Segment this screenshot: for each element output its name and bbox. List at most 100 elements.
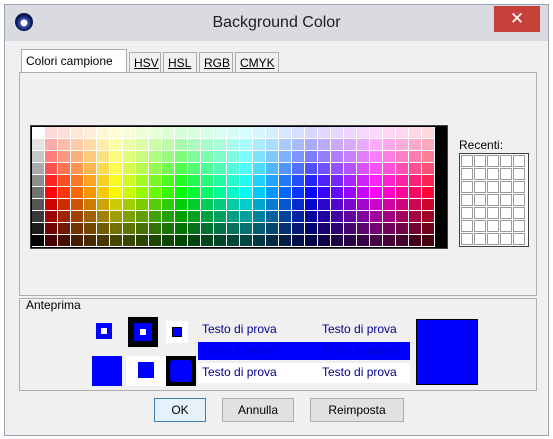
- recent-color-slot[interactable]: [487, 233, 499, 245]
- color-swatch[interactable]: [214, 199, 227, 211]
- color-swatch[interactable]: [292, 211, 305, 223]
- color-swatch[interactable]: [422, 223, 435, 235]
- color-swatch[interactable]: [136, 139, 149, 151]
- color-swatch[interactable]: [227, 223, 240, 235]
- color-swatch[interactable]: [227, 139, 240, 151]
- color-swatch[interactable]: [149, 139, 162, 151]
- color-swatch[interactable]: [279, 235, 292, 247]
- color-swatch[interactable]: [409, 187, 422, 199]
- color-swatch[interactable]: [422, 139, 435, 151]
- color-swatch[interactable]: [175, 175, 188, 187]
- color-swatch[interactable]: [84, 235, 97, 247]
- color-swatch[interactable]: [344, 175, 357, 187]
- color-swatch[interactable]: [175, 163, 188, 175]
- color-swatch[interactable]: [227, 187, 240, 199]
- color-swatch[interactable]: [318, 223, 331, 235]
- tab-colori-campione[interactable]: Colori campione: [21, 49, 127, 73]
- color-swatch[interactable]: [383, 151, 396, 163]
- color-swatch[interactable]: [240, 223, 253, 235]
- color-swatch[interactable]: [357, 139, 370, 151]
- color-swatch[interactable]: [266, 187, 279, 199]
- color-swatch[interactable]: [305, 163, 318, 175]
- color-swatch[interactable]: [97, 199, 110, 211]
- color-swatch[interactable]: [383, 175, 396, 187]
- color-swatch[interactable]: [383, 163, 396, 175]
- color-swatch[interactable]: [123, 235, 136, 247]
- color-swatch[interactable]: [409, 223, 422, 235]
- color-swatch[interactable]: [396, 211, 409, 223]
- color-swatch[interactable]: [97, 223, 110, 235]
- color-swatch[interactable]: [292, 127, 305, 139]
- color-swatch[interactable]: [45, 163, 58, 175]
- color-swatch[interactable]: [162, 151, 175, 163]
- color-swatch[interactable]: [58, 151, 71, 163]
- color-swatch[interactable]: [149, 163, 162, 175]
- color-swatch[interactable]: [357, 199, 370, 211]
- color-swatch[interactable]: [188, 127, 201, 139]
- color-swatch[interactable]: [344, 223, 357, 235]
- recent-color-slot[interactable]: [474, 220, 486, 232]
- color-swatch[interactable]: [305, 211, 318, 223]
- color-swatch[interactable]: [136, 151, 149, 163]
- color-swatch[interactable]: [32, 139, 45, 151]
- color-swatch[interactable]: [227, 235, 240, 247]
- color-swatch[interactable]: [58, 139, 71, 151]
- color-swatch[interactable]: [240, 151, 253, 163]
- color-swatch[interactable]: [318, 187, 331, 199]
- color-swatch[interactable]: [370, 235, 383, 247]
- color-swatch[interactable]: [279, 163, 292, 175]
- color-swatch[interactable]: [110, 235, 123, 247]
- color-swatch[interactable]: [71, 211, 84, 223]
- color-swatch[interactable]: [110, 199, 123, 211]
- color-swatch[interactable]: [253, 199, 266, 211]
- color-swatch[interactable]: [175, 139, 188, 151]
- color-swatch[interactable]: [188, 199, 201, 211]
- color-swatch[interactable]: [45, 235, 58, 247]
- recent-swatch-grid[interactable]: [459, 153, 529, 247]
- color-swatch[interactable]: [45, 175, 58, 187]
- color-swatch[interactable]: [214, 211, 227, 223]
- color-swatch[interactable]: [370, 211, 383, 223]
- color-swatch[interactable]: [136, 187, 149, 199]
- color-swatch[interactable]: [240, 199, 253, 211]
- color-swatch[interactable]: [292, 175, 305, 187]
- color-swatch[interactable]: [409, 235, 422, 247]
- color-swatch[interactable]: [84, 139, 97, 151]
- color-swatch[interactable]: [84, 175, 97, 187]
- color-swatch[interactable]: [396, 127, 409, 139]
- color-swatch[interactable]: [32, 175, 45, 187]
- color-swatch[interactable]: [305, 187, 318, 199]
- color-swatch[interactable]: [344, 139, 357, 151]
- color-swatch[interactable]: [175, 223, 188, 235]
- color-swatch[interactable]: [123, 223, 136, 235]
- color-swatch[interactable]: [318, 139, 331, 151]
- color-swatch[interactable]: [84, 211, 97, 223]
- color-swatch[interactable]: [240, 235, 253, 247]
- color-swatch[interactable]: [32, 199, 45, 211]
- color-swatch[interactable]: [253, 187, 266, 199]
- color-swatch[interactable]: [279, 151, 292, 163]
- color-swatch[interactable]: [266, 175, 279, 187]
- color-swatch[interactable]: [396, 139, 409, 151]
- color-swatch[interactable]: [32, 235, 45, 247]
- color-swatch[interactable]: [84, 187, 97, 199]
- color-swatch[interactable]: [214, 223, 227, 235]
- color-swatch[interactable]: [71, 187, 84, 199]
- color-swatch[interactable]: [383, 187, 396, 199]
- color-swatch[interactable]: [331, 187, 344, 199]
- recent-color-slot[interactable]: [474, 194, 486, 206]
- color-swatch[interactable]: [318, 199, 331, 211]
- color-swatch[interactable]: [71, 223, 84, 235]
- color-swatch[interactable]: [305, 223, 318, 235]
- color-swatch[interactable]: [201, 175, 214, 187]
- recent-color-slot[interactable]: [513, 155, 525, 167]
- recent-color-slot[interactable]: [500, 233, 512, 245]
- color-swatch[interactable]: [344, 211, 357, 223]
- color-swatch[interactable]: [123, 211, 136, 223]
- color-swatch[interactable]: [136, 235, 149, 247]
- color-swatch[interactable]: [227, 175, 240, 187]
- color-swatch[interactable]: [58, 127, 71, 139]
- recent-color-slot[interactable]: [487, 155, 499, 167]
- color-swatch[interactable]: [331, 199, 344, 211]
- color-swatch[interactable]: [71, 163, 84, 175]
